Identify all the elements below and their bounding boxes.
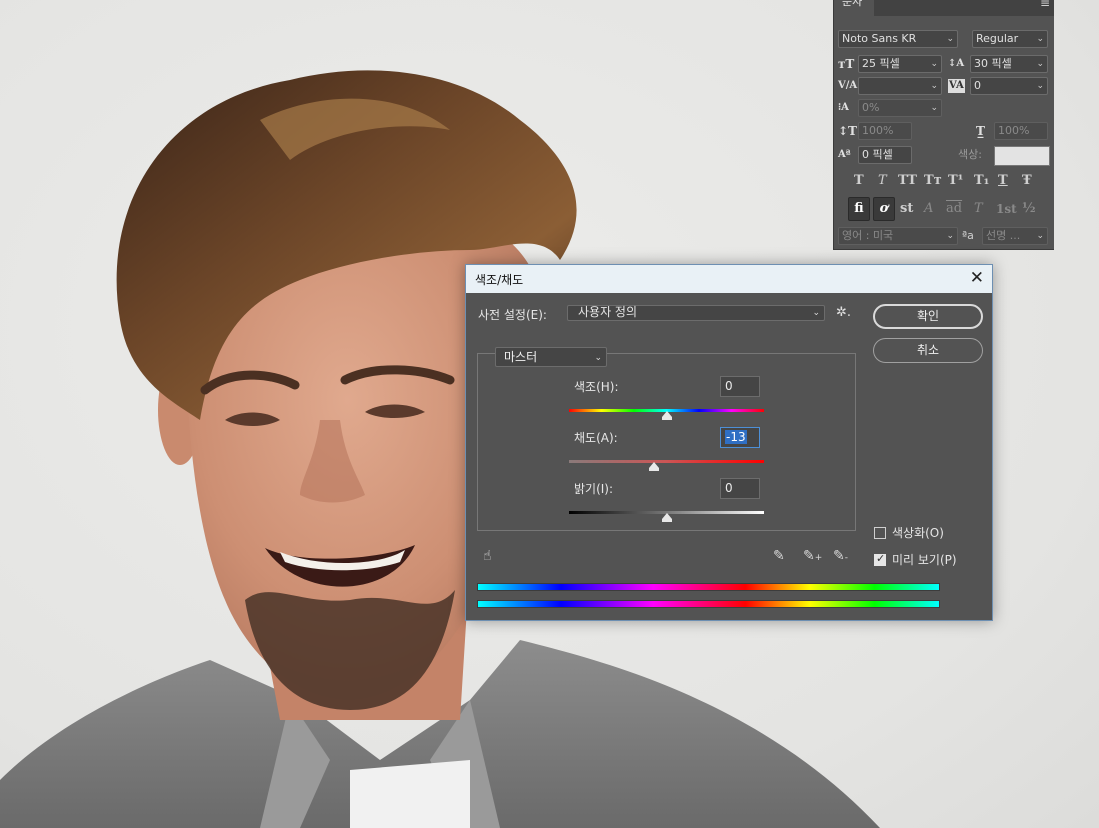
tracking-icon: VA	[948, 79, 965, 93]
baseline-shift-value: 0 픽셀	[862, 148, 893, 161]
channel-select[interactable]: 마스터 ⌄	[495, 347, 607, 367]
preview-checkbox[interactable]	[874, 552, 886, 566]
font-size-icon: ᴛT	[838, 57, 855, 71]
kerning-select[interactable]: ⌄	[858, 77, 942, 95]
colorize-checkbox[interactable]	[874, 527, 886, 539]
vertical-scale-input[interactable]: 100%	[858, 122, 912, 140]
hue-input[interactable]: 0	[720, 376, 760, 397]
tab-character[interactable]: 문자	[834, 0, 874, 16]
chevron-down-icon: ⌄	[930, 81, 938, 91]
antialias-select[interactable]: 선명 ... ⌄	[982, 227, 1048, 245]
lightness-input[interactable]: 0	[720, 478, 760, 499]
dialog-title: 색조/채도	[475, 273, 524, 287]
baseline-shift-icon: Aª	[838, 149, 851, 160]
chevron-down-icon: ⌄	[1036, 231, 1044, 241]
eyedropper-minus-icon[interactable]: ✎-	[833, 548, 848, 566]
font-family-value: Noto Sans KR	[842, 32, 917, 45]
saturation-input[interactable]: -13	[720, 427, 760, 448]
saturation-label: 채도(A):	[574, 431, 618, 445]
stylistic-alternates-button[interactable]: ad	[946, 200, 962, 218]
preset-select[interactable]: 사용자 정의 ⌄	[567, 305, 825, 321]
kerning-icon: V/A	[838, 80, 858, 91]
vertical-scale-value: 100%	[862, 124, 894, 137]
ordinals-button[interactable]: 1st	[996, 200, 1017, 218]
character-panel: 문자 ≡ Noto Sans KR ⌄ Regular ⌄ ᴛT 25 픽셀 ⌄…	[833, 0, 1054, 250]
chevron-down-icon: ⌄	[1036, 81, 1044, 91]
gear-icon[interactable]: ✲.	[836, 306, 851, 320]
antialias-value: 선명 ...	[986, 229, 1021, 242]
input-spectrum-bar	[477, 583, 940, 591]
tsume-select[interactable]: 0% ⌄	[858, 99, 942, 117]
eyedropper-icon[interactable]: ✎	[773, 548, 785, 564]
antialias-icon: ªa	[962, 229, 974, 242]
hue-label: 색조(H):	[574, 380, 619, 394]
close-icon[interactable]: ✕	[970, 268, 984, 288]
font-style-value: Regular	[976, 32, 1019, 45]
tsume-icon: ⁝A	[838, 102, 849, 113]
baseline-shift-input[interactable]: 0 픽셀	[858, 146, 912, 164]
horizontal-scale-input[interactable]: 100%	[994, 122, 1048, 140]
leading-select[interactable]: 30 픽셀 ⌄	[970, 55, 1048, 73]
language-value: 영어 : 미국	[842, 229, 894, 242]
ok-button[interactable]: 확인	[873, 304, 983, 329]
preset-label: 사전 설정(E):	[478, 308, 547, 322]
channel-value: 마스터	[504, 350, 538, 364]
cancel-button[interactable]: 취소	[873, 338, 983, 363]
leading-value: 30 픽셀	[974, 57, 1012, 70]
all-caps-button[interactable]: TT	[898, 172, 917, 190]
eyedropper-plus-icon[interactable]: ✎+	[803, 548, 822, 566]
preset-value: 사용자 정의	[578, 305, 638, 319]
panel-menu-icon[interactable]: ≡	[1040, 0, 1050, 9]
standard-ligatures-button[interactable]: fi	[848, 197, 870, 221]
chevron-down-icon: ⌄	[812, 308, 820, 318]
language-select[interactable]: 영어 : 미국 ⌄	[838, 227, 958, 245]
text-color-swatch[interactable]	[994, 146, 1050, 166]
subscript-button[interactable]: T₁	[974, 172, 989, 190]
chevron-down-icon: ⌄	[946, 34, 954, 44]
chevron-down-icon: ⌄	[930, 103, 938, 113]
hue-saturation-dialog: 색조/채도 ✕ 사전 설정(E): 사용자 정의 ⌄ ✲. 확인 취소 마스터 …	[465, 264, 993, 621]
panel-tab-bar: 문자 ≡	[834, 0, 1054, 16]
adjustment-group	[477, 353, 856, 531]
horizontal-scale-value: 100%	[998, 124, 1030, 137]
saturation-slider-track[interactable]	[569, 460, 764, 463]
swash-button[interactable]: A	[924, 200, 933, 218]
underline-button[interactable]: T	[998, 172, 1008, 190]
leading-icon: ↕A	[948, 58, 965, 69]
dialog-title-bar[interactable]: 색조/채도 ✕	[466, 265, 992, 293]
fractions-button[interactable]: ½	[1022, 200, 1036, 218]
targeted-adjustment-hand-icon[interactable]: ☝	[483, 548, 492, 564]
lightness-label: 밝기(I):	[574, 482, 614, 496]
chevron-down-icon: ⌄	[1036, 34, 1044, 44]
saturation-value: -13	[725, 430, 747, 444]
chevron-down-icon: ⌄	[1036, 59, 1044, 69]
tracking-value: 0	[974, 79, 981, 92]
chevron-down-icon: ⌄	[946, 231, 954, 241]
tsume-value: 0%	[862, 101, 880, 114]
faux-bold-button[interactable]: T	[854, 172, 864, 190]
tracking-select[interactable]: 0 ⌄	[970, 77, 1048, 95]
font-style-select[interactable]: Regular ⌄	[972, 30, 1048, 48]
color-label: 색상:	[958, 148, 982, 161]
vertical-scale-icon: ↕T	[838, 124, 857, 138]
colorize-label: 색상화(O)	[892, 526, 944, 540]
chevron-down-icon: ⌄	[594, 353, 602, 363]
small-caps-button[interactable]: Tт	[924, 172, 942, 190]
font-size-value: 25 픽셀	[862, 57, 900, 70]
font-size-select[interactable]: 25 픽셀 ⌄	[858, 55, 942, 73]
titling-alternates-button[interactable]: T	[974, 200, 983, 218]
horizontal-scale-icon: T̲	[976, 124, 985, 138]
discretionary-ligatures-button[interactable]: st	[900, 200, 913, 218]
contextual-alternates-button[interactable]: ơ	[873, 197, 895, 221]
strikethrough-button[interactable]: Ŧ	[1022, 172, 1032, 190]
preview-label: 미리 보기(P)	[892, 553, 957, 567]
superscript-button[interactable]: T¹	[948, 172, 963, 190]
chevron-down-icon: ⌄	[930, 59, 938, 69]
faux-italic-button[interactable]: T	[878, 172, 887, 190]
output-spectrum-bar	[477, 600, 940, 608]
font-family-select[interactable]: Noto Sans KR ⌄	[838, 30, 958, 48]
